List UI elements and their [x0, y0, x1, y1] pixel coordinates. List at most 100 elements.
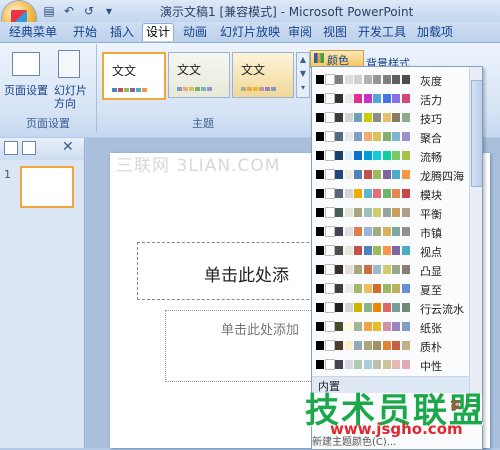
color-swatch — [373, 227, 381, 236]
color-swatch — [382, 132, 391, 141]
undo-icon[interactable]: ↶ — [62, 4, 76, 18]
tab-classic-menu[interactable]: 经典菜单 — [6, 24, 60, 41]
tab-review[interactable]: 审阅 — [285, 24, 315, 41]
color-swatch — [354, 227, 362, 236]
slide-thumbnail[interactable] — [20, 166, 74, 208]
color-swatch — [324, 131, 335, 142]
redo-icon[interactable]: ↺ — [82, 4, 96, 18]
scrollbar-thumb[interactable] — [471, 80, 482, 187]
color-swatch — [392, 265, 400, 274]
ribbon-tabs: 经典菜单 开始 插入 设计 动画 幻灯片放映 审阅 视图 开发工具 加载项 — [0, 22, 500, 42]
color-scheme-row[interactable]: 聚合 — [312, 128, 482, 146]
tab-animation[interactable]: 动画 — [180, 24, 210, 41]
color-swatch — [344, 322, 353, 331]
color-scheme-row[interactable]: 质朴 — [312, 337, 482, 355]
color-swatch — [324, 340, 335, 351]
color-scheme-name: 模块 — [420, 189, 442, 202]
color-swatch — [316, 132, 324, 141]
color-swatch — [382, 360, 391, 369]
color-swatch — [401, 341, 410, 350]
theme-thumbnail-3[interactable]: 文文 — [232, 52, 294, 98]
color-swatch — [354, 151, 362, 160]
color-scheme-row[interactable]: 凸显 — [312, 261, 482, 279]
outline-tab-icon[interactable] — [22, 141, 36, 155]
color-swatch — [363, 75, 372, 84]
color-scheme-row[interactable]: 活力 — [312, 90, 482, 108]
color-scheme-name: 活力 — [420, 94, 442, 107]
color-scheme-row[interactable]: 平衡 — [312, 204, 482, 222]
color-scheme-row[interactable]: 夏至 — [312, 280, 482, 298]
color-swatch — [373, 360, 381, 369]
color-swatch — [335, 360, 343, 369]
color-scheme-name: 技巧 — [420, 113, 442, 126]
tab-design[interactable]: 设计 — [142, 23, 175, 41]
tab-insert[interactable]: 插入 — [107, 24, 137, 41]
color-swatch — [354, 189, 362, 198]
color-swatch — [392, 284, 400, 293]
color-swatch — [373, 170, 381, 179]
color-scheme-row[interactable]: 市镇 — [312, 223, 482, 241]
color-swatch — [363, 113, 372, 122]
color-swatch — [392, 151, 400, 160]
color-swatch — [401, 113, 410, 122]
color-swatch — [344, 284, 353, 293]
tab-slideshow[interactable]: 幻灯片放映 — [217, 24, 283, 41]
close-icon[interactable]: ✕ — [62, 139, 74, 155]
tab-addins[interactable]: 加载项 — [414, 24, 456, 41]
color-scheme-row[interactable]: 技巧 — [312, 109, 482, 127]
color-swatch — [373, 113, 381, 122]
color-swatch — [344, 132, 353, 141]
color-swatch — [363, 360, 372, 369]
color-swatch — [335, 132, 343, 141]
customize-dropdown-icon[interactable]: ▾ — [102, 4, 116, 18]
color-swatch — [324, 207, 335, 218]
color-scheme-row[interactable]: 灰度 — [312, 71, 482, 89]
color-swatch — [316, 341, 324, 350]
tab-developer[interactable]: 开发工具 — [355, 24, 409, 41]
slides-tab-icon[interactable] — [4, 141, 18, 155]
color-swatch — [316, 75, 324, 84]
color-swatch — [335, 322, 343, 331]
color-swatch — [363, 284, 372, 293]
orientation-icon[interactable] — [58, 50, 80, 78]
color-scheme-name: 平衡 — [420, 208, 442, 221]
save-icon[interactable]: ▤ — [42, 4, 56, 18]
color-scheme-row[interactable]: 视点 — [312, 242, 482, 260]
color-swatch — [324, 226, 335, 237]
color-swatch — [392, 75, 400, 84]
theme-scroll-buttons[interactable]: ▲ ▼ ▾ — [296, 52, 310, 98]
color-swatch — [401, 75, 410, 84]
color-swatch — [344, 360, 353, 369]
color-swatch — [344, 303, 353, 312]
color-scheme-row[interactable]: 龙腾四海 — [312, 166, 482, 184]
color-swatch — [324, 359, 335, 370]
color-swatch — [382, 151, 391, 160]
color-swatch — [335, 303, 343, 312]
color-swatch — [363, 265, 372, 274]
theme-thumbnail-2[interactable]: 文文 — [168, 52, 230, 98]
color-swatch — [354, 341, 362, 350]
color-swatch — [373, 208, 381, 217]
color-swatch — [344, 94, 353, 103]
color-scheme-row[interactable]: 模块 — [312, 185, 482, 203]
page-setup-icon[interactable] — [12, 52, 40, 76]
color-swatch — [354, 284, 362, 293]
color-swatch — [344, 151, 353, 160]
color-scheme-name: 质朴 — [420, 341, 442, 354]
color-scheme-row[interactable]: 纸张 — [312, 318, 482, 336]
color-swatch — [354, 170, 362, 179]
menu-scrollbar[interactable] — [469, 67, 482, 397]
window-title: 演示文稿1 [兼容模式] - Microsoft PowerPoint — [160, 5, 414, 19]
color-swatch — [382, 322, 391, 331]
color-scheme-row[interactable]: 流畅 — [312, 147, 482, 165]
color-swatch — [373, 322, 381, 331]
color-scheme-row[interactable]: 行云流水 — [312, 299, 482, 317]
tab-home[interactable]: 开始 — [70, 24, 100, 41]
tab-view[interactable]: 视图 — [320, 24, 350, 41]
slide-orientation-button[interactable]: 幻灯片方向 — [54, 84, 90, 110]
theme-thumbnail-1[interactable]: 文文 — [102, 52, 166, 100]
color-swatch — [363, 303, 372, 312]
color-swatch — [354, 322, 362, 331]
page-setup-button[interactable]: 页面设置 — [4, 84, 48, 97]
color-scheme-row[interactable]: 中性 — [312, 356, 482, 374]
